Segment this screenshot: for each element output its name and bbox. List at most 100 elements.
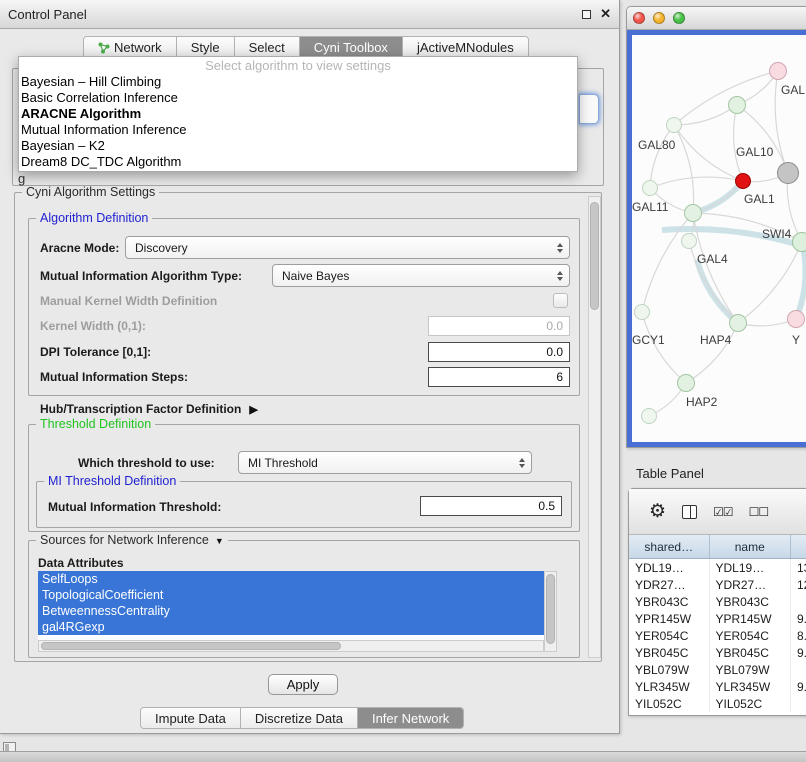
tab-infer-network[interactable]: Infer Network (358, 708, 463, 728)
network-node[interactable] (729, 314, 747, 332)
aracne-mode-select[interactable]: Discovery (125, 236, 570, 259)
table-cell: 8. (791, 627, 806, 644)
table-toolbar (629, 489, 806, 535)
network-node[interactable] (666, 117, 682, 133)
node-label: SWI4 (762, 227, 791, 241)
table-cell: 9. (791, 644, 806, 661)
menu-item-dream8-dc-tdc-algorithm[interactable]: Dream8 DC_TDC Algorithm (19, 154, 577, 170)
table-cell (791, 661, 806, 678)
network-node[interactable] (787, 310, 805, 328)
network-node[interactable] (735, 173, 751, 189)
tab-style[interactable]: Style (177, 37, 235, 58)
deselect-all-rows-icon[interactable] (749, 505, 769, 519)
network-node[interactable] (634, 304, 650, 320)
node-label: Y (792, 333, 800, 347)
hub-section-toggle[interactable]: Hub/Transcription Factor Definition (40, 400, 258, 418)
network-node[interactable] (792, 232, 806, 252)
table-row[interactable]: YLR345WYLR345W9. (629, 678, 806, 695)
table-row[interactable]: YER054CYER054C8. (629, 627, 806, 644)
expand-arrow-icon (249, 400, 257, 419)
stepper-arrows-icon (557, 271, 563, 281)
sources-group-toggle[interactable]: Sources for Network Inference (36, 533, 228, 548)
attribute-row-betweennesscentrality[interactable]: BetweennessCentrality (38, 603, 544, 619)
network-canvas[interactable]: GALGAL80GAL10GAL11GAL1SWI4GAL4GCY1HAP4YH… (632, 35, 806, 442)
table-row[interactable]: YBR045CYBR045C9. (629, 644, 806, 661)
mi-algorithm-type-label: Mutual Information Algorithm Type: (40, 267, 242, 285)
network-view-window: GALGAL80GAL10GAL11GAL1SWI4GAL4GCY1HAP4YH… (626, 6, 806, 448)
network-window-titlebar[interactable] (627, 7, 806, 30)
obscured-label-fragment: g (18, 171, 25, 186)
column-header-cut[interactable] (791, 535, 806, 558)
node-label: GAL4 (697, 252, 728, 266)
tab-select[interactable]: Select (235, 37, 300, 58)
attribute-row-gal4rgexp[interactable]: gal4RGexp (38, 619, 544, 635)
tab-discretize-data[interactable]: Discretize Data (241, 708, 358, 728)
table-row[interactable]: YDR27…YDR27…12… (629, 576, 806, 593)
node-label: GAL10 (736, 145, 773, 159)
apply-button[interactable]: Apply (268, 674, 338, 695)
zoom-traffic-light-icon[interactable] (673, 12, 685, 24)
table-row[interactable]: YDL19…YDL19…13… (629, 559, 806, 576)
table-row[interactable]: YPR145WYPR145W9. (629, 610, 806, 627)
which-threshold-select[interactable]: MI Threshold (238, 451, 532, 474)
network-node[interactable] (728, 96, 746, 114)
attribute-row-selfloops[interactable]: SelfLoops (38, 571, 544, 587)
attribute-row-topologicalcoefficient[interactable]: TopologicalCoefficient (38, 587, 544, 603)
table-row[interactable]: YBL079WYBL079W (629, 661, 806, 678)
attributes-hscrollbar[interactable] (38, 640, 544, 652)
obscured-combo-edge[interactable] (579, 94, 599, 124)
settings-scrollbar[interactable] (588, 196, 601, 658)
which-threshold-label: Which threshold to use: (78, 454, 215, 472)
menu-item-aracne-algorithm[interactable]: ARACNE Algorithm (19, 106, 577, 122)
network-node[interactable] (677, 374, 695, 392)
gear-icon[interactable] (649, 500, 666, 523)
menu-item-bayesian-hill-climbing[interactable]: Bayesian – Hill Climbing (19, 74, 577, 90)
table-row[interactable]: YBR043CYBR043C (629, 593, 806, 610)
mi-steps-label: Mutual Information Steps: (40, 368, 188, 386)
data-attributes-list[interactable]: SelfLoopsTopologicalCoefficientBetweenne… (38, 571, 544, 640)
menu-item-basic-correlation-inference[interactable]: Basic Correlation Inference (19, 90, 577, 106)
kernel-width-field[interactable]: 0.0 (428, 316, 570, 336)
table-panel-title: Table Panel (636, 466, 704, 481)
columns-icon[interactable] (682, 505, 697, 519)
table-row[interactable]: YIL052CYIL052C (629, 695, 806, 712)
settings-scrollbar-thumb[interactable] (590, 202, 599, 310)
table-cell: 13… (791, 559, 806, 576)
select-all-rows-icon[interactable] (713, 505, 733, 519)
mi-threshold-field[interactable]: 0.5 (420, 496, 562, 516)
attributes-vscrollbar[interactable] (544, 571, 557, 652)
column-header-shared[interactable]: shared… (629, 535, 710, 558)
menu-item-bayesian-k2[interactable]: Bayesian – K2 (19, 138, 577, 154)
float-window-icon[interactable] (582, 10, 591, 19)
algorithm-definition-title: Algorithm Definition (36, 211, 152, 226)
network-node[interactable] (642, 180, 658, 196)
attributes-vscrollbar-thumb[interactable] (546, 574, 555, 644)
mi-threshold-label: Mutual Information Threshold: (48, 498, 221, 516)
tab-cyni-toolbox[interactable]: Cyni Toolbox (300, 37, 403, 58)
network-node[interactable] (681, 233, 697, 249)
mi-algorithm-type-select[interactable]: Naive Bayes (272, 264, 570, 287)
minimize-traffic-light-icon[interactable] (653, 12, 665, 24)
dpi-tolerance-field[interactable]: 0.0 (428, 342, 570, 362)
tab-jactivemnodules[interactable]: jActiveMNodules (403, 37, 528, 58)
network-node[interactable] (777, 162, 799, 184)
table-header-row: shared…name (629, 535, 806, 559)
table-cell: YBR043C (629, 593, 710, 610)
tab-network[interactable]: Network (84, 37, 177, 58)
network-icon (98, 42, 110, 54)
mi-steps-field[interactable]: 6 (428, 367, 570, 387)
menu-item-mutual-information-inference[interactable]: Mutual Information Inference (19, 122, 577, 138)
close-icon[interactable] (600, 5, 611, 23)
control-panel-titlebar[interactable]: Control Panel (0, 0, 619, 29)
close-traffic-light-icon[interactable] (633, 12, 645, 24)
table-cell (791, 695, 806, 712)
tab-impute-data[interactable]: Impute Data (141, 708, 241, 728)
data-attributes-label: Data Attributes (38, 554, 124, 572)
column-header-name[interactable]: name (710, 535, 792, 558)
table-cell: YPR145W (629, 610, 710, 627)
manual-kernel-width-checkbox[interactable] (553, 293, 568, 308)
attributes-hscrollbar-thumb[interactable] (41, 642, 341, 650)
network-node[interactable] (684, 204, 702, 222)
network-node[interactable] (769, 62, 787, 80)
network-node[interactable] (641, 408, 657, 424)
